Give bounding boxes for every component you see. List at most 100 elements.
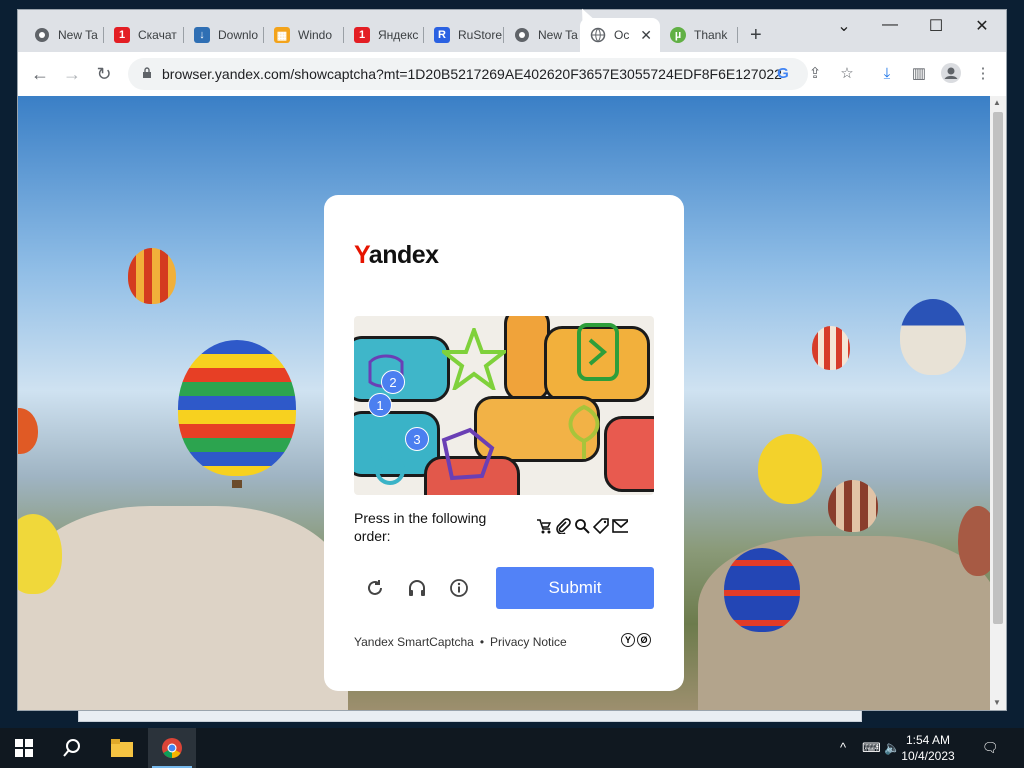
scrollbar-thumb[interactable] [993, 112, 1003, 624]
click-marker-2[interactable]: 2 [381, 370, 405, 394]
logo-text: andex [368, 241, 439, 269]
smartcaptcha-link[interactable]: Yandex SmartCaptcha [354, 635, 474, 649]
hot-air-balloon [812, 326, 850, 370]
globe-icon [590, 27, 606, 43]
trolley-icon [536, 517, 552, 535]
reload-button[interactable]: ↻ [92, 62, 116, 86]
tab-label: Скачат [138, 28, 177, 42]
tab-label: Oc [614, 28, 630, 42]
tag-icon [593, 517, 609, 535]
captcha-instructions: Press in the following order: [354, 510, 487, 544]
footer-logo-letter: Y [621, 633, 635, 647]
search-icon[interactable] [48, 728, 96, 768]
side-panel-icon[interactable]: ▥ [908, 62, 930, 84]
red-number-icon: 1 [354, 27, 370, 43]
utorrent-icon: µ [670, 27, 686, 43]
tab-rustore[interactable]: R RuStore [424, 18, 504, 52]
scroll-down-icon[interactable]: ▼ [993, 698, 1001, 707]
page-viewport: Yandex 1 2 3 Press in the following orde… [18, 96, 990, 710]
rustore-icon: R [434, 27, 450, 43]
refresh-icon[interactable] [363, 576, 387, 600]
hot-air-balloon [128, 248, 176, 304]
address-bar[interactable]: browser.yandex.com/showcaptcha?mt=1D20B5… [128, 58, 808, 90]
tab-label: Яндекс [378, 28, 419, 42]
footer-separator: • [479, 635, 485, 649]
download-icon[interactable]: ⤓ [876, 62, 898, 84]
logo-letter-y: Y [354, 241, 369, 269]
profile-avatar-icon[interactable] [940, 62, 962, 84]
tab-yandex[interactable]: 1 Яндекс [344, 18, 424, 52]
circle-shape-overlay [375, 455, 405, 485]
close-tab-icon[interactable]: ✕ [640, 27, 652, 44]
captcha-footer: Yandex SmartCaptcha • Privacy Notice [354, 635, 567, 649]
captcha-card: Yandex 1 2 3 Press in the following orde… [324, 195, 684, 691]
google-lens-icon[interactable]: G [772, 62, 794, 84]
tab-active-captcha[interactable]: Oc ✕ [580, 18, 660, 52]
tab-download[interactable]: ↓ Downlo [184, 18, 264, 52]
windows-site-icon: ▦ [274, 27, 290, 43]
minimize-button[interactable]: — [880, 16, 900, 34]
scroll-up-icon[interactable]: ▲ [993, 98, 1001, 107]
tab-label: Downlo [218, 28, 259, 42]
show-hidden-icons-icon[interactable]: ^ [840, 740, 846, 755]
envelope-icon [612, 517, 628, 535]
footer-logo-letter: Ø [637, 633, 651, 647]
tab-label: New Ta [538, 28, 578, 42]
page-scrollbar[interactable]: ▲ ▼ [990, 96, 1006, 710]
menu-kebab-icon[interactable]: ⋮ [972, 62, 994, 84]
windows-taskbar: ^ ⌨ 🔈 1:54 AM 10/4/2023 🗨 [0, 728, 1024, 768]
captcha-image[interactable]: 1 2 3 [354, 316, 654, 495]
info-icon[interactable] [447, 576, 471, 600]
tab-new-tab-2[interactable]: New Ta [504, 18, 580, 52]
chrome-icon [514, 27, 530, 43]
chrome-taskbar-icon[interactable] [148, 728, 196, 768]
click-marker-1[interactable]: 1 [368, 393, 392, 417]
privacy-notice-link[interactable]: Privacy Notice [490, 635, 567, 649]
tab-thank[interactable]: µ Thank [660, 18, 738, 52]
new-tab-button[interactable]: + [750, 24, 762, 47]
volume-muted-icon[interactable]: 🔈 [884, 740, 900, 756]
chevron-shape-overlay [577, 323, 619, 381]
tab-search-icon[interactable]: ⌄ [834, 16, 854, 36]
paperclip-icon [555, 517, 571, 535]
lock-icon [142, 66, 152, 82]
browser-toolbar: ← → ↻ browser.yandex.com/showcaptcha?mt=… [18, 52, 1006, 97]
click-marker-3[interactable]: 3 [405, 427, 429, 451]
clock-time: 1:54 AM [905, 733, 951, 747]
windows-start-icon[interactable] [0, 728, 48, 768]
browser-window: New Ta 1 Скачат ↓ Downlo ▦ Windo 1 Яндек… [18, 10, 1006, 710]
hot-air-balloon [758, 434, 822, 504]
submit-button[interactable]: Submit [496, 567, 654, 609]
back-button[interactable]: ← [28, 62, 52, 86]
headphones-audio-icon[interactable] [405, 576, 429, 600]
red-number-icon: 1 [114, 27, 130, 43]
balloon-basket [232, 480, 242, 488]
maximize-button[interactable]: ☐ [926, 16, 946, 36]
yandex-logo: Yandex [354, 241, 439, 270]
forward-button[interactable]: → [60, 62, 84, 86]
bookmark-star-icon[interactable]: ☆ [836, 62, 858, 84]
network-icon[interactable]: ⌨ [862, 740, 881, 756]
hot-air-balloon [178, 340, 296, 476]
magnifier-icon [574, 517, 590, 535]
yandex-small-logo: Y Ø [621, 633, 651, 647]
tab-label: Thank [694, 28, 728, 42]
tab-skachat[interactable]: 1 Скачат [104, 18, 184, 52]
hot-air-balloon [958, 506, 990, 576]
url-text: browser.yandex.com/showcaptcha?mt=1D20B5… [162, 66, 782, 82]
hot-air-balloon [18, 408, 38, 454]
tab-label: Windo [298, 28, 333, 42]
notification-center-icon[interactable]: 🗨 [982, 740, 999, 756]
tab-windows[interactable]: ▦ Windo [264, 18, 344, 52]
pentagon-shape-overlay [441, 427, 495, 481]
close-window-button[interactable]: ✕ [972, 16, 992, 36]
tab-strip: New Ta 1 Скачат ↓ Downlo ▦ Windo 1 Яндек… [18, 10, 1006, 52]
share-icon[interactable]: ⇪ [804, 62, 826, 84]
rock-formation [18, 506, 348, 710]
hot-air-balloon [724, 548, 800, 632]
file-explorer-icon[interactable] [98, 728, 146, 768]
leaf-shape-overlay [568, 404, 600, 459]
tab-label: RuStore [458, 28, 503, 42]
taskbar-clock[interactable]: 1:54 AM 10/4/2023 [900, 732, 956, 764]
tab-new-tab-1[interactable]: New Ta [24, 18, 104, 52]
